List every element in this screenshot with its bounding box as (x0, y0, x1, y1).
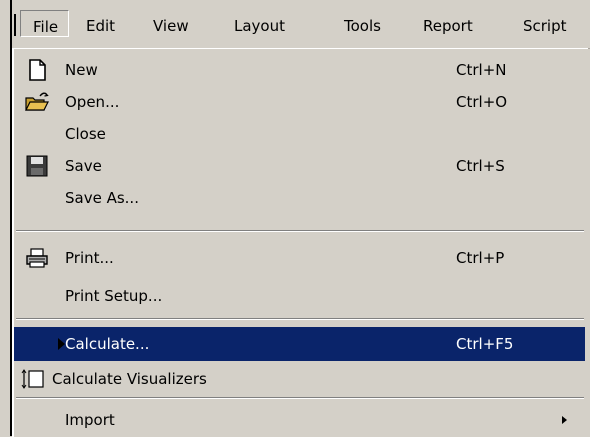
menu-item-shortcut: Ctrl+N (456, 61, 507, 79)
menu-item-label: Import (65, 411, 115, 429)
menu-layout[interactable]: Layout (234, 17, 285, 35)
menu-item-label: Calculate... (65, 335, 150, 353)
menu-item-label: Print... (65, 249, 114, 267)
new-document-icon (29, 59, 46, 81)
menu-item-label: Print Setup... (65, 287, 163, 305)
menu-item-save[interactable]: Save Ctrl+S (14, 150, 585, 182)
menu-separator (16, 318, 584, 320)
menu-item-shortcut: Ctrl+P (456, 249, 505, 267)
menu-item-calculate-visualizers[interactable]: Calculate Visualizers (14, 363, 585, 395)
printer-icon (26, 248, 48, 268)
window-left-edge (0, 0, 12, 436)
caret-right-icon (58, 338, 65, 350)
menu-bar: File Edit View Layout Tools Report Scrip… (0, 0, 590, 49)
menu-item-label: Open... (65, 93, 120, 111)
menu-item-print-setup[interactable]: Print Setup... (14, 280, 585, 312)
menu-file[interactable]: File (20, 10, 70, 37)
menu-item-label: Calculate Visualizers (52, 370, 207, 388)
menu-item-label: New (65, 61, 98, 79)
menu-item-shortcut: Ctrl+S (456, 157, 505, 175)
menu-view[interactable]: View (153, 17, 189, 35)
menu-tools[interactable]: Tools (344, 17, 381, 35)
menu-item-label: Save As... (65, 189, 139, 207)
menu-item-print[interactable]: Print... Ctrl+P (14, 242, 585, 274)
menu-item-open[interactable]: Open... Ctrl+O (14, 86, 585, 118)
menu-edit[interactable]: Edit (86, 17, 115, 35)
submenu-arrow-icon (562, 416, 567, 424)
menu-item-close[interactable]: Close (14, 118, 585, 150)
save-disk-icon (26, 155, 48, 177)
menu-item-save-as[interactable]: Save As... (14, 182, 585, 214)
open-folder-icon (25, 92, 49, 111)
menu-report[interactable]: Report (423, 17, 473, 35)
menu-item-label: Save (65, 157, 102, 175)
menu-separator (16, 397, 584, 399)
menu-separator (16, 230, 584, 232)
menu-item-import[interactable]: Import (14, 404, 585, 436)
menu-item-shortcut: Ctrl+F5 (456, 335, 514, 353)
menu-script[interactable]: Script (523, 17, 567, 35)
menu-item-new[interactable]: New Ctrl+N (14, 54, 585, 86)
menu-item-shortcut: Ctrl+O (456, 93, 508, 111)
menu-item-label: Close (65, 125, 106, 143)
menu-item-calculate[interactable]: Calculate... Ctrl+F5 (14, 327, 585, 361)
calculate-visualizers-icon (21, 369, 44, 389)
